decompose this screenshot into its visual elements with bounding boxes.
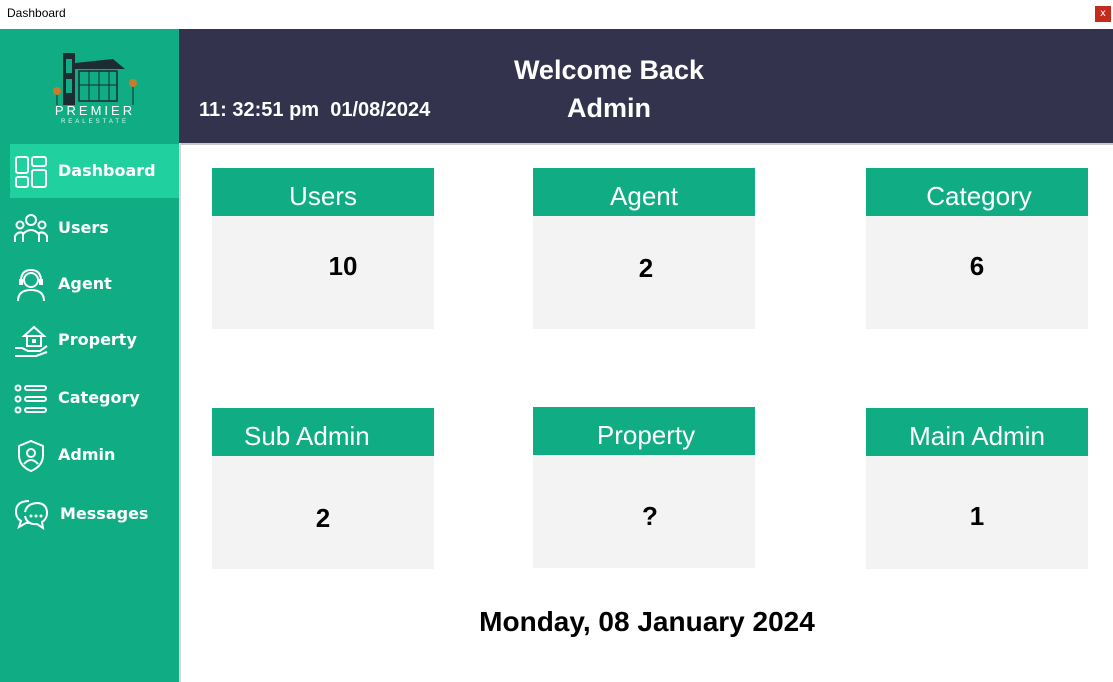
sidebar-item-dashboard[interactable]: Dashboard xyxy=(10,144,179,198)
window-titlebar: Dashboard x xyxy=(0,0,1113,29)
card-value: 1 xyxy=(866,456,1088,569)
sidebar-item-agent[interactable]: Agent xyxy=(10,257,179,311)
sidebar-item-admin[interactable]: Admin xyxy=(10,428,179,482)
long-date: Monday, 08 January 2024 xyxy=(479,606,815,637)
clock-date: 01/08/2024 xyxy=(330,99,431,121)
users-icon xyxy=(14,214,48,242)
property-icon xyxy=(15,325,48,357)
welcome-user: Admin xyxy=(567,93,651,123)
sidebar-item-label: Agent xyxy=(58,274,112,293)
content-top-border xyxy=(179,143,1113,145)
card-value: 2 xyxy=(212,456,434,569)
content-left-border xyxy=(179,143,181,682)
card-agent[interactable]: Agent 2 xyxy=(533,168,755,329)
card-value: 6 xyxy=(866,216,1088,329)
dashboard-icon xyxy=(15,156,47,188)
close-button[interactable]: x xyxy=(1095,6,1111,22)
card-title: Category xyxy=(866,168,1088,216)
card-value: 10 xyxy=(212,216,434,329)
sidebar-item-property[interactable]: Property xyxy=(10,313,179,367)
sidebar: PREMIER REALESTATE Dashboard Users Agent… xyxy=(0,29,179,682)
card-main-admin[interactable]: Main Admin 1 xyxy=(866,408,1088,569)
card-category[interactable]: Category 6 xyxy=(866,168,1088,329)
clock-time: 11: 32:51 pm xyxy=(199,99,320,121)
sidebar-item-label: Dashboard xyxy=(58,161,156,180)
card-title: Users xyxy=(212,168,434,216)
card-title: Property xyxy=(533,407,755,455)
welcome-heading: Welcome Back Admin xyxy=(493,51,725,127)
admin-shield-icon xyxy=(18,439,44,473)
sidebar-item-label: Property xyxy=(58,330,137,349)
sidebar-item-label: Messages xyxy=(60,504,149,523)
card-title: Agent xyxy=(533,168,755,216)
card-title: Main Admin xyxy=(866,408,1088,456)
card-title: Sub Admin xyxy=(212,408,434,456)
header-banner: Welcome Back Admin 11: 32:51 pm 01/08/20… xyxy=(179,29,1113,143)
window-title: Dashboard xyxy=(7,6,66,20)
sidebar-item-messages[interactable]: Messages xyxy=(10,487,179,541)
sidebar-item-users[interactable]: Users xyxy=(10,201,179,255)
messages-icon xyxy=(14,500,48,531)
welcome-line: Welcome Back xyxy=(513,55,705,85)
clock: 11: 32:51 pm 01/08/2024 xyxy=(199,99,430,122)
card-value: 2 xyxy=(533,216,755,329)
card-sub-admin[interactable]: Sub Admin 2 xyxy=(212,408,434,569)
category-icon xyxy=(14,384,47,414)
sidebar-item-category[interactable]: Category xyxy=(10,371,179,425)
card-property[interactable]: Property ? xyxy=(533,407,755,568)
sidebar-item-label: Admin xyxy=(58,445,116,464)
sidebar-item-label: Category xyxy=(58,388,140,407)
card-users[interactable]: Users 10 xyxy=(212,168,434,329)
card-value: ? xyxy=(533,455,755,568)
brand-tagline: REALESTATE xyxy=(60,119,130,125)
sidebar-item-label: Users xyxy=(58,218,109,237)
agent-icon xyxy=(17,268,45,302)
brand-name: PREMIER xyxy=(54,103,136,118)
